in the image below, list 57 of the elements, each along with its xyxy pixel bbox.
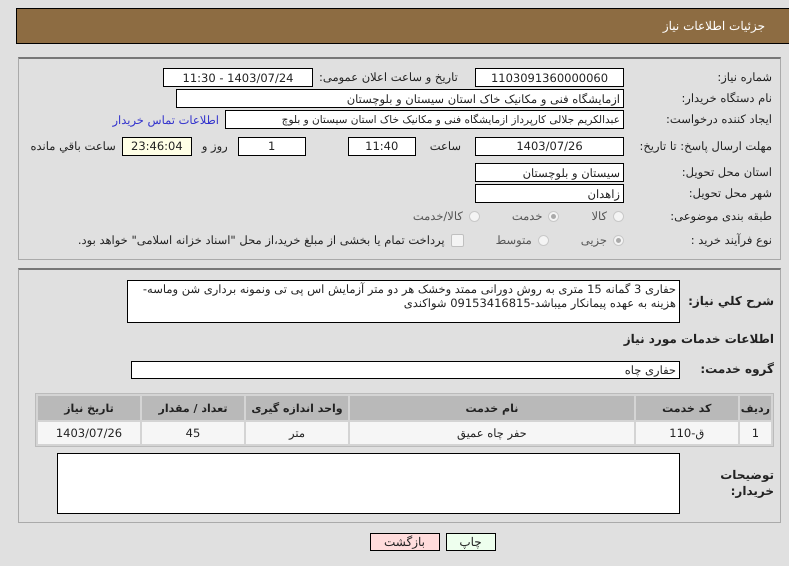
field-label: تاریخ و ساعت اعلان عمومی: xyxy=(319,70,459,85)
section-heading: اطلاعات خدمات مورد نیاز xyxy=(624,332,774,346)
radio-button[interactable] xyxy=(613,234,624,246)
field-label: شرح کلي نياز: xyxy=(687,294,774,310)
treasury-note: پرداخت تمام یا بخشی از مبلغ خرید،از محل "اسناد خزانه اسلامی" خواهد بود. xyxy=(78,233,445,247)
deadline-time-field: 11:40 xyxy=(348,136,416,156)
province-field: سیستان و بلوچستان xyxy=(475,163,624,182)
radio-button[interactable] xyxy=(538,234,549,246)
checkbox[interactable] xyxy=(450,234,464,246)
need-number-field: 1103091360000060 xyxy=(475,68,624,87)
table-cell: 1403/07/26 xyxy=(38,422,140,444)
radio-label: جزیی xyxy=(580,233,607,247)
field-label: نام دستگاه خریدار: xyxy=(680,91,772,106)
field-label: استان محل تحویل: xyxy=(680,165,772,180)
column-header: واحد اندازه گیری xyxy=(246,396,348,420)
table-cell: حفر چاه عمیق xyxy=(350,422,634,444)
column-header: تعداد / مقدار xyxy=(142,396,244,420)
field-label: مهلت ارسال پاسخ: تا تاریخ: xyxy=(638,138,772,154)
deadline-date-field: 1403/07/26 xyxy=(475,136,624,156)
print-button[interactable]: چاپ xyxy=(446,533,496,551)
radio-button[interactable] xyxy=(613,210,624,222)
remaining-label: ساعت باقي مانده xyxy=(30,139,116,153)
radio-label: کالا xyxy=(591,209,607,223)
field-label: شهر محل تحویل: xyxy=(688,186,772,201)
field-label: ایجاد کننده درخواست: xyxy=(665,112,772,127)
field-label: توضیحات خریدار: xyxy=(719,468,774,500)
radio-label: کالا/خدمت xyxy=(412,209,463,223)
announce-date-field: 1403/07/24 - 11:30 xyxy=(163,68,313,87)
back-button[interactable]: بازگشت xyxy=(370,533,440,551)
field-label: نوع فرآیند خرید : xyxy=(690,232,772,248)
radio-label: متوسط xyxy=(496,233,532,247)
creator-field: عبدالکریم جلالی کارپرداز ازمایشگاه فنی و مکانیک خاک استان سیستان و بلوچ xyxy=(225,110,624,129)
buyer-name-field: ازمایشگاه فنی و مکانیک خاک استان سیستان و بلوچستان xyxy=(176,89,624,108)
radio-button[interactable] xyxy=(548,210,560,222)
days-field: 1 xyxy=(238,136,306,156)
field-label: طبقه بندی موضوعی: xyxy=(669,208,772,224)
description-textarea[interactable]: حفاری 3 گمانه 15 متری به روش دورانی ممتد وخشک هر دو متر آزمایش اس پی تی ونمونه برداری شن وماسه-هزینه به عهده پیمانکار میباشد-09153416815 شواکندی xyxy=(127,280,680,323)
time-label: ساعت xyxy=(430,139,461,153)
days-label: روز و xyxy=(202,139,228,153)
remaining-time-field: 23:46:04 xyxy=(122,136,192,156)
table-cell: 45 xyxy=(142,422,244,444)
radio-button[interactable] xyxy=(468,210,480,222)
column-header: نام خدمت xyxy=(350,396,634,420)
buyer-notes-textarea[interactable] xyxy=(57,453,680,514)
table-cell: ق-110 xyxy=(636,422,738,444)
column-header: کد خدمت xyxy=(636,396,738,420)
column-header: تاریخ نیاز xyxy=(38,396,140,420)
field-label: شماره نیاز: xyxy=(716,70,772,85)
radio-label: خدمت xyxy=(512,209,542,223)
buyer-contact-link[interactable]: اطلاعات تماس خریدار xyxy=(112,112,219,126)
column-header: ردیف xyxy=(740,396,771,420)
service-group-field: حفاری چاه xyxy=(131,360,680,378)
table-cell: متر xyxy=(246,422,348,444)
city-field: زاهدان xyxy=(475,184,624,203)
page-title: جزئیات اطلاعات نیاز xyxy=(662,19,765,33)
table-cell: 1 xyxy=(740,422,771,444)
field-label: گروه خدمت: xyxy=(699,362,774,378)
